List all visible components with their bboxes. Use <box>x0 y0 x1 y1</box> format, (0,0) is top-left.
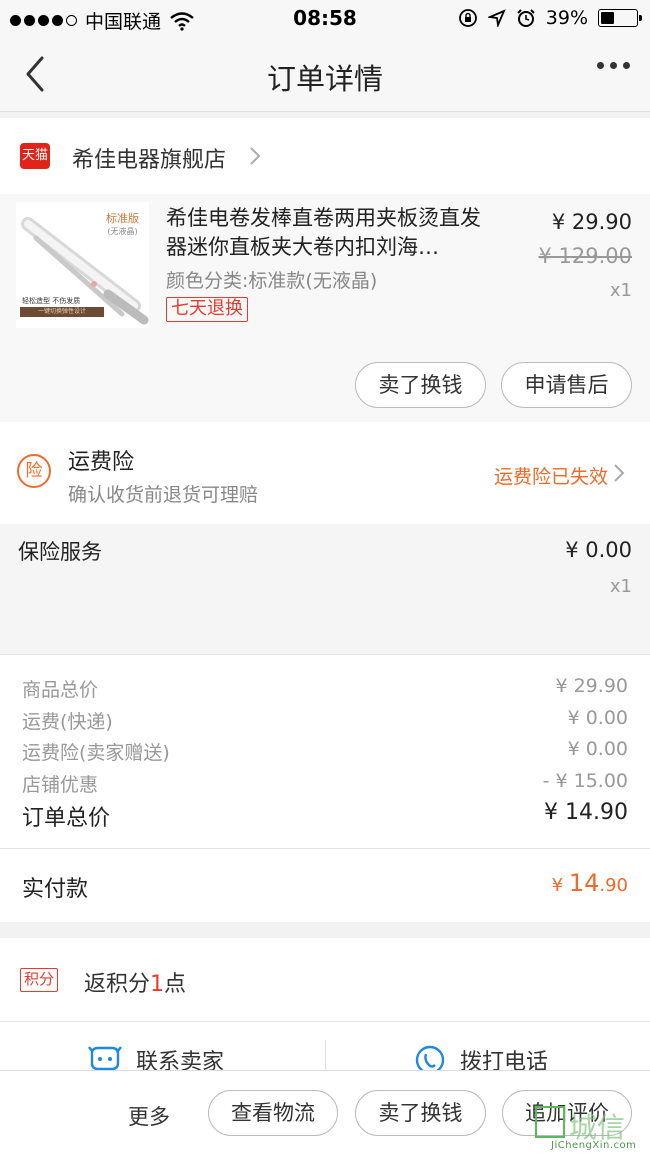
points-badge: 积分 <box>20 968 59 992</box>
summary-value: ¥ 0.00 <box>567 738 628 760</box>
insurance-service-title: 保险服务 <box>18 540 102 564</box>
insurance-service-row: 保险服务 ¥ 0.00 x1 <box>0 524 650 654</box>
summary-label: 运费(快递) <box>22 711 113 733</box>
sell-for-cash-button[interactable]: 卖了换钱 <box>355 1090 486 1136</box>
summary-row: 运费险(卖家赠送) ¥ 0.00 <box>22 738 628 765</box>
summary-label: 店铺优惠 <box>22 774 99 796</box>
page-title: 订单详情 <box>266 62 383 96</box>
freight-insurance-subtitle: 确认收货前退货可理赔 <box>68 484 259 506</box>
product-original-price: ¥ 129.00 <box>538 244 632 268</box>
status-bar: 中国联通 08:58 39% <box>0 0 650 36</box>
order-total-label: 订单总价 <box>22 806 111 831</box>
insurance-icon: 险 <box>17 454 51 488</box>
contact-row: 联系卖家 拨打电话 <box>0 1022 650 1075</box>
seven-day-return-badge: 七天退换 <box>166 297 248 322</box>
order-total-value: ¥ 14.90 <box>544 800 628 825</box>
product-card[interactable]: 标准版 (无液晶) 轻松造型 不伤发质 一键切换弹性设计 希佳电卷发棒直卷两用夹… <box>0 194 650 422</box>
shop-name[interactable]: 希佳电器旗舰店 <box>72 142 226 174</box>
thumb-bar: 一键切换弹性设计 <box>20 307 104 317</box>
product-quantity: x1 <box>609 280 632 301</box>
product-thumbnail[interactable]: 标准版 (无液晶) 轻松造型 不伤发质 一键切换弹性设计 <box>16 202 149 328</box>
insurance-service-price: ¥ 0.00 <box>565 538 632 562</box>
freight-insurance-status[interactable]: 运费险已失效 <box>494 462 608 489</box>
summary-value: ¥ 0.00 <box>567 707 628 729</box>
actual-paid-label: 实付款 <box>22 877 89 902</box>
shop-row[interactable]: 天猫 希佳电器旗舰店 <box>0 118 650 194</box>
insurance-service-quantity: x1 <box>609 576 632 597</box>
watermark-logo <box>535 1106 565 1138</box>
after-sale-button[interactable]: 申请售后 <box>501 362 632 408</box>
product-title[interactable]: 希佳电卷发棒直卷两用夹板烫直发器迷你直板夹大卷内扣刘海… <box>166 204 496 262</box>
nav-bar: 订单详情 <box>0 36 650 112</box>
actual-paid-amount: ¥ 14.90 <box>551 869 628 897</box>
chevron-right-icon <box>614 464 625 482</box>
watermark: 城信 JiChengXin.com <box>535 1106 650 1156</box>
freight-insurance-row[interactable]: 险 运费险 确认收货前退货可理赔 运费险已失效 <box>0 422 650 524</box>
divider <box>325 1040 326 1070</box>
summary-row: 商品总价 ¥ 29.90 <box>22 675 628 702</box>
more-options-icon[interactable] <box>597 62 630 69</box>
more-link[interactable]: 更多 <box>128 1101 170 1131</box>
thumb-tag: 轻松造型 不伤发质 <box>22 297 81 305</box>
order-total-row: 订单总价 ¥ 14.90 <box>22 800 628 832</box>
summary-row: 运费(快递) ¥ 0.00 <box>22 707 628 734</box>
product-price: ¥ 29.90 <box>551 210 632 234</box>
view-logistics-button[interactable]: 查看物流 <box>208 1090 338 1136</box>
summary-value: - ¥ 15.00 <box>542 770 628 792</box>
tmall-icon: 天猫 <box>20 143 50 169</box>
alarm-icon <box>517 9 535 27</box>
points-text: 返积分1点 <box>84 972 187 997</box>
summary-label: 商品总价 <box>22 679 99 701</box>
location-icon <box>487 9 506 27</box>
rotation-lock-icon <box>458 9 477 27</box>
watermark-url: JiChengXin.com <box>551 1140 637 1151</box>
battery-percent: 39% <box>545 7 588 29</box>
thumb-edition-label: 标准版 (无液晶) <box>106 212 139 236</box>
battery-icon <box>598 9 642 27</box>
status-right: 39% <box>458 7 642 29</box>
summary-row: 店铺优惠 - ¥ 15.00 <box>22 770 628 797</box>
price-summary: 商品总价 ¥ 29.90 运费(快递) ¥ 0.00 运费险(卖家赠送) ¥ 0… <box>0 654 650 848</box>
summary-value: ¥ 29.90 <box>555 675 628 697</box>
sell-for-cash-button[interactable]: 卖了换钱 <box>355 362 486 408</box>
points-row: 积分 返积分1点 <box>0 938 650 1022</box>
actual-paid-row: 实付款 ¥ 14.90 <box>0 848 650 922</box>
freight-insurance-title: 运费险 <box>68 450 135 475</box>
chevron-right-icon <box>250 147 261 165</box>
summary-label: 运费险(卖家赠送) <box>22 742 170 764</box>
product-spec: 颜色分类:标准款(无液晶) <box>166 270 378 292</box>
